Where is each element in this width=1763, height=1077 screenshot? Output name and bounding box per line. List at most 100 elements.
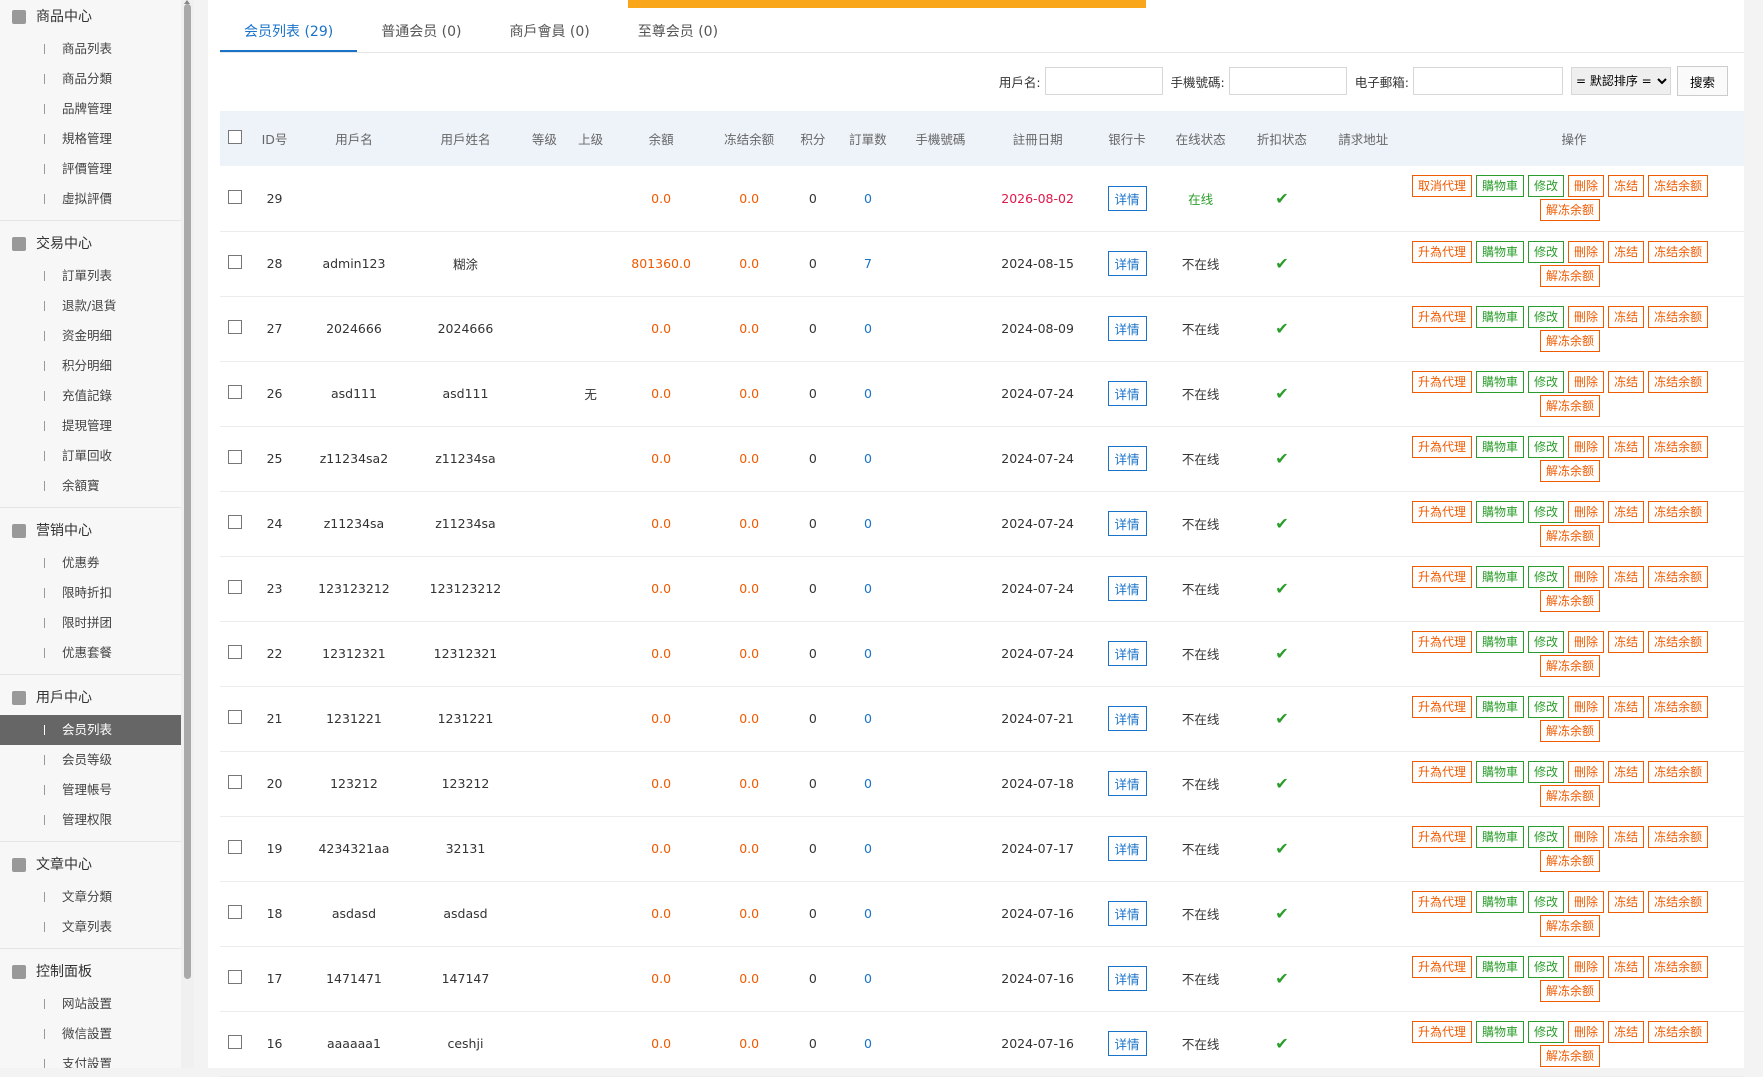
agent-toggle-button[interactable]: 升為代理: [1412, 1020, 1473, 1043]
sidebar-scrollbar[interactable]: [181, 0, 194, 1068]
sidebar-item[interactable]: 評價管理: [0, 154, 181, 184]
sidebar-item[interactable]: 充值記錄: [0, 381, 181, 411]
sidebar-item[interactable]: 会员列表: [0, 715, 181, 745]
sidebar-item[interactable]: 管理权限: [0, 805, 181, 835]
delete-button[interactable]: 刪除: [1568, 370, 1605, 393]
unfreeze-balance-button[interactable]: 解冻余额: [1540, 1044, 1601, 1067]
cart-button[interactable]: 購物車: [1476, 175, 1525, 198]
sidebar-item[interactable]: 虛拟評價: [0, 184, 181, 214]
scrollbar-thumb[interactable]: [184, 4, 191, 979]
unfreeze-balance-button[interactable]: 解冻余额: [1540, 719, 1601, 742]
row-checkbox[interactable]: [228, 1035, 243, 1049]
sidebar-item[interactable]: 网站設置: [0, 989, 181, 1019]
delete-button[interactable]: 刪除: [1568, 630, 1605, 653]
sidebar-item[interactable]: 余額寶: [0, 471, 181, 501]
unfreeze-balance-button[interactable]: 解冻余额: [1540, 979, 1601, 1002]
unfreeze-balance-button[interactable]: 解冻余额: [1540, 849, 1601, 872]
sidebar-item[interactable]: 商品分類: [0, 64, 181, 94]
sidebar-item[interactable]: 会员等级: [0, 745, 181, 775]
detail-button[interactable]: 详情: [1107, 901, 1147, 926]
tab[interactable]: 会员列表 (29): [220, 12, 358, 52]
sidebar-item[interactable]: 微信設置: [0, 1019, 181, 1049]
sidebar-item[interactable]: 积分明细: [0, 351, 181, 381]
cart-button[interactable]: 購物車: [1476, 630, 1525, 653]
freeze-button[interactable]: 冻结: [1608, 630, 1645, 653]
delete-button[interactable]: 刪除: [1568, 890, 1605, 913]
row-checkbox[interactable]: [228, 840, 243, 854]
row-checkbox[interactable]: [228, 189, 243, 204]
edit-button[interactable]: 修改: [1528, 760, 1565, 783]
sidebar-item[interactable]: 支付設置: [0, 1049, 181, 1068]
unfreeze-balance-button[interactable]: 解冻余额: [1540, 784, 1601, 807]
sidebar-group-title[interactable]: 营销中心: [0, 514, 181, 548]
unfreeze-balance-button[interactable]: 解冻余额: [1540, 524, 1601, 547]
sidebar-group-title[interactable]: 文章中心: [0, 848, 181, 882]
sidebar-item[interactable]: 訂單列表: [0, 261, 181, 291]
detail-button[interactable]: 详情: [1107, 251, 1147, 276]
row-checkbox[interactable]: [228, 905, 243, 919]
sidebar-item[interactable]: 限時折扣: [0, 578, 181, 608]
detail-button[interactable]: 详情: [1107, 446, 1147, 471]
cart-button[interactable]: 購物車: [1476, 565, 1525, 588]
freeze-balance-button[interactable]: 冻结余额: [1648, 695, 1709, 718]
agent-toggle-button[interactable]: 升為代理: [1412, 630, 1473, 653]
edit-button[interactable]: 修改: [1528, 370, 1565, 393]
phone-input[interactable]: [1228, 67, 1347, 95]
edit-button[interactable]: 修改: [1528, 240, 1565, 263]
unfreeze-balance-button[interactable]: 解冻余额: [1540, 329, 1601, 352]
freeze-button[interactable]: 冻结: [1608, 175, 1645, 198]
freeze-balance-button[interactable]: 冻结余额: [1648, 955, 1709, 978]
row-checkbox[interactable]: [228, 450, 243, 464]
freeze-button[interactable]: 冻结: [1608, 955, 1645, 978]
agent-toggle-button[interactable]: 升為代理: [1412, 370, 1473, 393]
freeze-button[interactable]: 冻结: [1608, 305, 1645, 328]
sort-select[interactable]: = 默認排序 =: [1570, 67, 1671, 95]
detail-button[interactable]: 详情: [1107, 836, 1147, 861]
agent-toggle-button[interactable]: 升為代理: [1412, 240, 1473, 263]
unfreeze-balance-button[interactable]: 解冻余额: [1540, 394, 1601, 417]
freeze-balance-button[interactable]: 冻结余额: [1648, 500, 1709, 523]
edit-button[interactable]: 修改: [1528, 955, 1565, 978]
freeze-button[interactable]: 冻结: [1608, 760, 1645, 783]
freeze-button[interactable]: 冻结: [1608, 565, 1645, 588]
sidebar-item[interactable]: 限时拼团: [0, 608, 181, 638]
freeze-button[interactable]: 冻结: [1608, 500, 1645, 523]
detail-button[interactable]: 详情: [1107, 511, 1147, 536]
detail-button[interactable]: 详情: [1107, 185, 1147, 211]
agent-toggle-button[interactable]: 升為代理: [1412, 825, 1473, 848]
tab[interactable]: 商戶會員 (0): [485, 12, 613, 52]
row-checkbox[interactable]: [228, 580, 243, 594]
edit-button[interactable]: 修改: [1528, 825, 1565, 848]
delete-button[interactable]: 刪除: [1568, 825, 1605, 848]
email-input[interactable]: [1412, 67, 1563, 95]
row-checkbox[interactable]: [228, 255, 243, 269]
freeze-balance-button[interactable]: 冻结余额: [1648, 175, 1709, 198]
edit-button[interactable]: 修改: [1528, 175, 1565, 198]
edit-button[interactable]: 修改: [1528, 435, 1565, 458]
delete-button[interactable]: 刪除: [1568, 1020, 1605, 1043]
agent-toggle-button[interactable]: 升為代理: [1412, 565, 1473, 588]
tab[interactable]: 至尊会员 (0): [614, 12, 742, 52]
delete-button[interactable]: 刪除: [1568, 955, 1605, 978]
cart-button[interactable]: 購物車: [1476, 370, 1525, 393]
sidebar-group-title[interactable]: 控制面板: [0, 955, 181, 989]
row-checkbox[interactable]: [228, 515, 243, 529]
delete-button[interactable]: 刪除: [1568, 760, 1605, 783]
detail-button[interactable]: 详情: [1107, 1031, 1147, 1056]
agent-toggle-button[interactable]: 升為代理: [1412, 500, 1473, 523]
edit-button[interactable]: 修改: [1528, 890, 1565, 913]
cart-button[interactable]: 購物車: [1476, 695, 1525, 718]
freeze-balance-button[interactable]: 冻结余额: [1648, 565, 1709, 588]
edit-button[interactable]: 修改: [1528, 1020, 1565, 1043]
freeze-balance-button[interactable]: 冻结余额: [1648, 305, 1709, 328]
sidebar-item[interactable]: 提現管理: [0, 411, 181, 441]
sidebar-group-title[interactable]: 用戶中心: [0, 681, 181, 715]
cart-button[interactable]: 購物車: [1476, 825, 1525, 848]
freeze-button[interactable]: 冻结: [1608, 240, 1645, 263]
detail-button[interactable]: 详情: [1107, 706, 1147, 731]
delete-button[interactable]: 刪除: [1568, 175, 1605, 198]
freeze-balance-button[interactable]: 冻结余额: [1648, 760, 1709, 783]
unfreeze-balance-button[interactable]: 解冻余额: [1540, 654, 1601, 677]
delete-button[interactable]: 刪除: [1568, 435, 1605, 458]
freeze-balance-button[interactable]: 冻结余额: [1648, 370, 1709, 393]
